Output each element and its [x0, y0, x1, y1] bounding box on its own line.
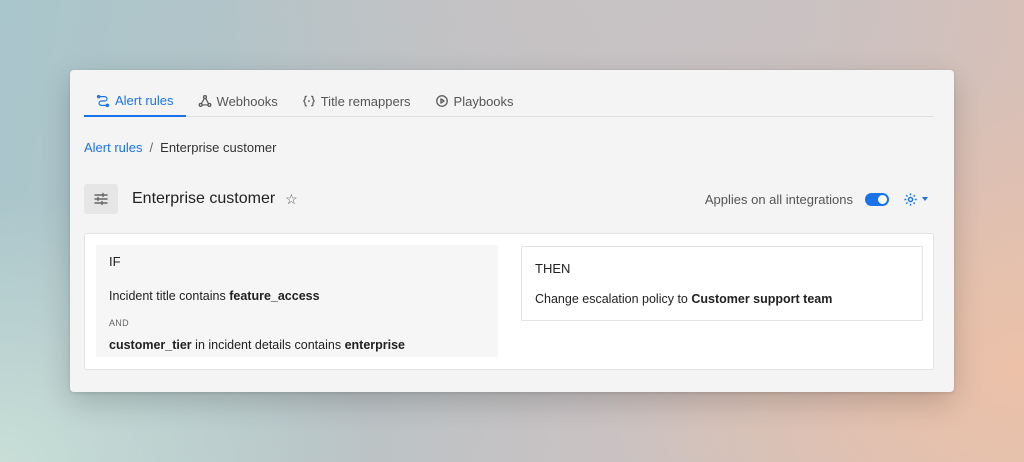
breadcrumb: Alert rules / Enterprise customer	[84, 140, 276, 155]
if-label: IF	[109, 254, 121, 269]
braces-icon	[302, 95, 315, 107]
applies-toggle[interactable]	[865, 192, 889, 206]
action-text: Change escalation policy to	[535, 292, 692, 306]
tab-label: Webhooks	[216, 93, 278, 109]
tab-bar: Alert rules Webhooks Title remappers Pla…	[84, 86, 934, 117]
alert-rule-window: Alert rules Webhooks Title remappers Pla…	[70, 70, 954, 392]
gear-icon	[904, 192, 917, 206]
if-conditions: IF Incident title contains feature_acces…	[96, 245, 498, 357]
tab-label: Playbooks	[453, 93, 514, 109]
settings-menu-button[interactable]	[903, 192, 928, 207]
tab-playbooks[interactable]: Playbooks	[423, 86, 526, 116]
route-icon	[96, 94, 110, 107]
tab-label: Title remappers	[320, 93, 411, 109]
condition-1: Incident title contains feature_access	[109, 289, 485, 303]
play-circle-icon	[435, 95, 448, 107]
sliders-icon	[84, 184, 118, 214]
tab-label: Alert rules	[115, 93, 174, 108]
condition-text: Incident title contains	[109, 289, 230, 303]
condition-field: customer_tier	[109, 338, 192, 352]
then-label: THEN	[535, 261, 571, 276]
breadcrumb-link-alert-rules[interactable]: Alert rules	[84, 140, 143, 155]
condition-value: enterprise	[344, 338, 406, 352]
tab-title-remappers[interactable]: Title remappers	[290, 86, 423, 116]
page-title: Enterprise customer	[132, 190, 276, 207]
condition-text: in incident details contains	[191, 338, 345, 352]
rule-header: Enterprise customer ☆ Applies on all int…	[84, 184, 934, 214]
applies-label: Applies on all integrations	[704, 191, 853, 207]
star-icon[interactable]: ☆	[285, 191, 298, 208]
action-1: Change escalation policy to Customer sup…	[535, 292, 909, 306]
tab-webhooks[interactable]: Webhooks	[186, 86, 290, 116]
breadcrumb-separator: /	[149, 140, 154, 155]
rule-panel: IF Incident title contains feature_acces…	[84, 233, 934, 370]
webhook-icon	[198, 95, 211, 107]
condition-2: customer_tier in incident details contai…	[109, 338, 485, 352]
condition-value: feature_access	[229, 289, 320, 303]
breadcrumb-current: Enterprise customer	[160, 140, 277, 155]
and-operator: AND	[109, 318, 129, 328]
chevron-down-icon	[922, 197, 928, 201]
toggle-knob	[878, 194, 887, 204]
action-value: Customer support team	[691, 292, 833, 306]
then-actions: THEN Change escalation policy to Custome…	[521, 246, 923, 321]
tab-alert-rules[interactable]: Alert rules	[84, 86, 186, 117]
